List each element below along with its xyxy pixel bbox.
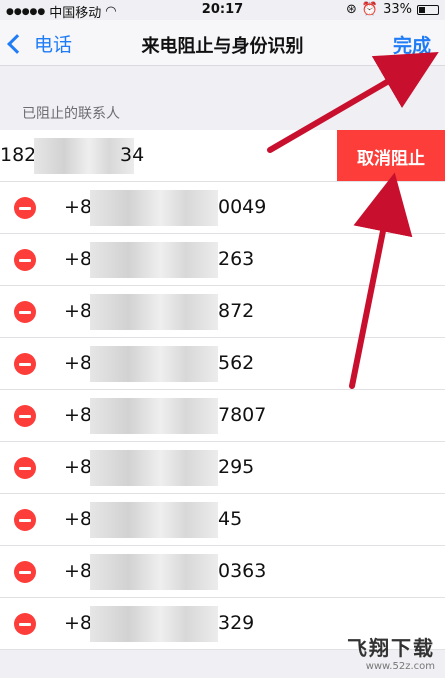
phone-suffix: 34 bbox=[120, 144, 145, 166]
phone-prefix: +8 bbox=[64, 248, 93, 270]
minus-circle-icon[interactable] bbox=[14, 405, 36, 427]
redacted-number bbox=[90, 502, 218, 538]
contact-row[interactable]: +8 562 bbox=[0, 338, 445, 390]
navigation-bar: 电话 来电阻止与身份识别 完成 bbox=[0, 20, 445, 66]
contact-row[interactable]: +8 45 bbox=[0, 494, 445, 546]
phone-suffix: 7807 bbox=[218, 404, 267, 426]
minus-circle-icon[interactable] bbox=[14, 301, 36, 323]
status-bar: ●●●●● 中国移动 ◠ 20:17 ⊛ ⏰ 33% bbox=[0, 0, 445, 21]
phone-prefix: +8 bbox=[64, 456, 93, 478]
minus-circle-icon[interactable] bbox=[14, 249, 36, 271]
done-button[interactable]: 完成 bbox=[393, 31, 431, 58]
page-title: 来电阻止与身份识别 bbox=[141, 36, 304, 57]
battery-percent: 33% bbox=[383, 2, 412, 17]
phone-prefix: +8 bbox=[64, 508, 93, 530]
redacted-number bbox=[34, 138, 134, 174]
minus-circle-icon[interactable] bbox=[14, 353, 36, 375]
phone-suffix: 562 bbox=[218, 352, 255, 374]
alarm-icon: ⏰ bbox=[361, 2, 379, 17]
unblock-button[interactable]: 取消阻止 bbox=[337, 130, 445, 181]
contact-row[interactable]: +8 263 bbox=[0, 234, 445, 286]
minus-circle-icon[interactable] bbox=[14, 561, 36, 583]
minus-circle-icon[interactable] bbox=[14, 457, 36, 479]
watermark-url: www.52z.com bbox=[365, 661, 435, 672]
contact-row[interactable]: +8 0363 bbox=[0, 546, 445, 598]
redacted-number bbox=[90, 450, 218, 486]
phone-suffix: 45 bbox=[218, 508, 243, 530]
redacted-number bbox=[90, 398, 218, 434]
minus-circle-icon[interactable] bbox=[14, 197, 36, 219]
redacted-number bbox=[90, 294, 218, 330]
lock-rotation-icon: ⊛ bbox=[346, 2, 357, 17]
status-right: ⊛ ⏰ 33% bbox=[346, 2, 439, 17]
battery-fill bbox=[419, 6, 425, 13]
phone-suffix: 263 bbox=[218, 248, 255, 270]
redacted-number bbox=[90, 606, 218, 642]
contact-row[interactable]: 182- 34 取消阻止 bbox=[0, 130, 445, 182]
redacted-number bbox=[90, 242, 218, 278]
phone-prefix: +8 bbox=[64, 612, 93, 634]
contact-row[interactable]: +8 7807 bbox=[0, 390, 445, 442]
phone-prefix: +8 bbox=[64, 560, 93, 582]
minus-circle-icon[interactable] bbox=[14, 613, 36, 635]
phone-suffix: 0363 bbox=[218, 560, 267, 582]
phone-prefix: +8 bbox=[64, 196, 93, 218]
phone-prefix: +8 bbox=[64, 404, 93, 426]
contact-row[interactable]: +8 0049 bbox=[0, 182, 445, 234]
section-header: 已阻止的联系人 bbox=[22, 106, 120, 122]
redacted-number bbox=[90, 554, 218, 590]
watermark-logo: 飞翔下载 www.52z.com bbox=[347, 632, 435, 672]
phone-suffix: 295 bbox=[218, 456, 255, 478]
phone-prefix: +8 bbox=[64, 300, 93, 322]
contact-row[interactable]: +8 872 bbox=[0, 286, 445, 338]
watermark-text: 飞翔下载 bbox=[347, 636, 435, 660]
battery-icon bbox=[417, 4, 439, 15]
phone-suffix: 0049 bbox=[218, 196, 267, 218]
phone-prefix: +8 bbox=[64, 352, 93, 374]
phone-suffix: 872 bbox=[218, 300, 255, 322]
redacted-number bbox=[90, 190, 218, 226]
minus-circle-icon[interactable] bbox=[14, 509, 36, 531]
redacted-number bbox=[90, 346, 218, 382]
contact-row[interactable]: +8 295 bbox=[0, 442, 445, 494]
blocked-contacts-list: 182- 34 取消阻止 +8 0049 +8 263 +8 872 +8 562 +8 7807 +8 2… bbox=[0, 130, 445, 650]
phone-suffix: 329 bbox=[218, 612, 255, 634]
